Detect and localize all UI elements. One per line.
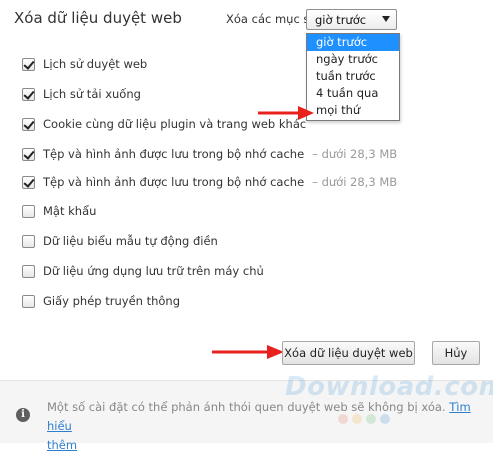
checkbox[interactable] <box>22 294 35 308</box>
checkbox[interactable] <box>22 57 35 71</box>
time-range-dropdown-list: giờ trước ngày trước tuần trước 4 tuần q… <box>306 33 400 121</box>
checkbox[interactable] <box>22 264 35 278</box>
option-label: Dữ liệu biểu mẫu tự động điền <box>43 234 218 248</box>
option-label: Giấy phép truyền thông <box>43 294 181 308</box>
dropdown-option[interactable]: giờ trước <box>307 34 399 51</box>
dropdown-option[interactable]: 4 tuần qua <box>307 85 399 102</box>
option-label: Dữ liệu ứng dụng lưu trữ trên máy chủ <box>43 264 264 278</box>
watermark-dot-icon <box>352 414 362 424</box>
option-media-licenses[interactable]: Giấy phép truyền thông <box>22 293 180 309</box>
footer-text: Một số cài đặt có thể phản ánh thói quen… <box>47 398 472 455</box>
footer-message: Một số cài đặt có thể phản ánh thói quen… <box>47 400 446 414</box>
option-label: Tệp và hình ảnh được lưu trong bộ nhớ ca… <box>43 147 305 161</box>
option-label: Tệp và hình ảnh được lưu trong bộ nhớ ca… <box>43 175 305 189</box>
option-download-history[interactable]: Lịch sử tải xuống <box>22 86 141 102</box>
option-label: Lịch sử tải xuống <box>43 87 141 101</box>
checkbox[interactable] <box>22 147 35 161</box>
dropdown-arrow-icon <box>382 16 390 22</box>
watermark-dot-icon <box>380 414 390 424</box>
learn-more-link-continued[interactable]: thêm <box>47 438 77 452</box>
checkbox[interactable] <box>22 234 35 248</box>
option-passwords[interactable]: Mật khẩu <box>22 203 96 219</box>
option-cache[interactable]: Tệp và hình ảnh được lưu trong bộ nhớ ca… <box>22 174 397 190</box>
dropdown-option[interactable]: ngày trước <box>307 51 399 68</box>
checkbox[interactable] <box>22 175 35 189</box>
option-label: Lịch sử duyệt web <box>43 57 148 71</box>
clear-data-button[interactable]: Xóa dữ liệu duyệt web <box>282 341 415 365</box>
cache-size: – dưới 28,3 MB <box>312 147 398 161</box>
option-browsing-history[interactable]: Lịch sử duyệt web <box>22 56 147 72</box>
option-hosted-app-data[interactable]: Dữ liệu ứng dụng lưu trữ trên máy chủ <box>22 263 264 279</box>
info-icon: i <box>16 408 30 422</box>
watermark-dot-icon <box>338 414 348 424</box>
checkbox[interactable] <box>22 204 35 218</box>
time-range-select[interactable]: giờ trước <box>306 9 397 30</box>
cache-size: – dưới 28,3 MB <box>312 175 398 189</box>
watermark-dot-icon <box>366 414 376 424</box>
checkbox[interactable] <box>22 117 35 131</box>
option-label: Mật khẩu <box>43 204 97 218</box>
dropdown-option[interactable]: tuần trước <box>307 68 399 85</box>
option-label: Cookie cùng dữ liệu plugin và trang web … <box>43 117 307 131</box>
annotation-arrow-icon <box>212 345 284 359</box>
option-cache[interactable]: Tệp và hình ảnh được lưu trong bộ nhớ ca… <box>22 146 397 162</box>
dropdown-option[interactable]: mọi thứ <box>307 102 399 119</box>
checkbox[interactable] <box>22 87 35 101</box>
download-watermark-logo: Download.com.vn <box>285 372 493 402</box>
dialog-title: Xóa dữ liệu duyệt web <box>14 9 182 27</box>
option-autofill[interactable]: Dữ liệu biểu mẫu tự động điền <box>22 233 218 249</box>
option-cookies[interactable]: Cookie cùng dữ liệu plugin và trang web … <box>22 116 306 132</box>
cancel-button[interactable]: Hủy <box>432 341 480 365</box>
time-range-select-value: giờ trước <box>315 12 367 27</box>
